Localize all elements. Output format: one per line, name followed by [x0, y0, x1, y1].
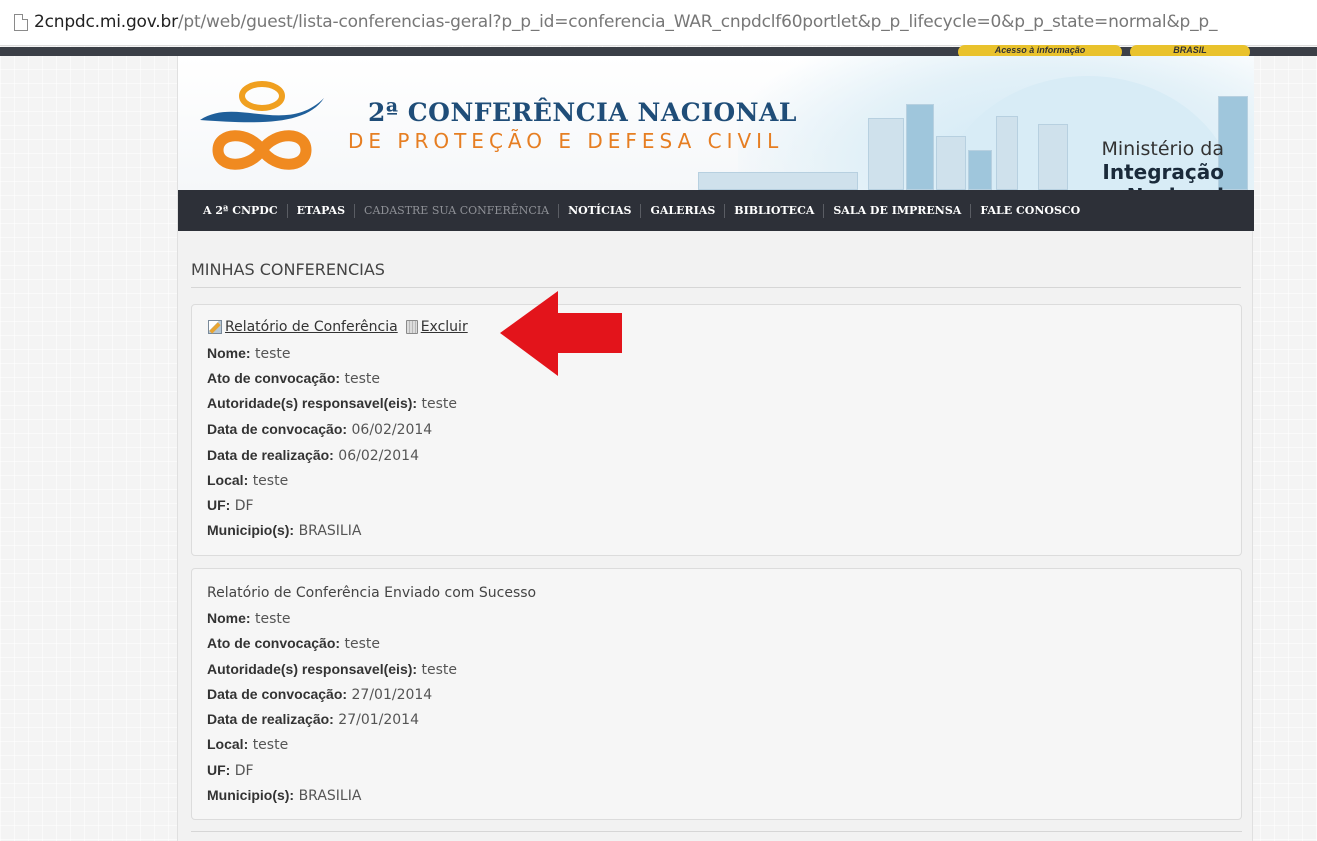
label-ato: Ato de convocação:	[207, 370, 341, 386]
value-ato: teste	[344, 371, 380, 387]
conference-card: Relatório de Conferência Enviado com Suc…	[191, 568, 1242, 820]
building	[968, 150, 992, 190]
access-info-label: Acesso à informação	[994, 45, 1086, 55]
nav-item-sala-de-imprensa[interactable]: SALA DE IMPRENSA	[824, 204, 970, 217]
conference-logo	[196, 76, 326, 186]
value-nome: teste	[255, 611, 291, 627]
label-municipio: Municipio(s):	[207, 787, 295, 803]
value-data-realizacao: 27/01/2014	[338, 712, 419, 728]
conference-title: 2ª CONFERÊNCIA NACIONAL	[368, 98, 797, 127]
field-nome: Nome: teste	[207, 610, 291, 627]
label-nome: Nome:	[207, 610, 251, 626]
building	[936, 136, 966, 190]
card-actions: Relatório de Conferência Excluir	[208, 319, 468, 335]
value-autoridade: teste	[421, 662, 458, 678]
page-icon	[14, 14, 28, 31]
nav-item-fale-conosco[interactable]: FALE CONOSCO	[971, 204, 1089, 217]
field-municipio: Municipio(s): BRASILIA	[207, 787, 361, 804]
label-data-convocacao: Data de convocação:	[207, 421, 348, 437]
field-data-convocacao: Data de convocação: 06/02/2014	[207, 421, 432, 438]
trash-icon[interactable]	[405, 320, 418, 334]
label-nome: Nome:	[207, 345, 251, 361]
field-ato: Ato de convocação: teste	[207, 370, 380, 387]
label-ato: Ato de convocação:	[207, 635, 341, 651]
ministry-logo: Ministério da Integração Nacional	[1014, 138, 1225, 190]
report-link[interactable]: Relatório de Conferência	[225, 319, 398, 335]
label-uf: UF:	[207, 497, 231, 513]
value-uf: DF	[234, 763, 254, 779]
delete-link[interactable]: Excluir	[421, 319, 468, 335]
value-data-convocacao: 06/02/2014	[351, 422, 433, 438]
field-autoridade: Autoridade(s) responsavel(eis): teste	[207, 395, 457, 412]
browser-address-bar[interactable]: 2cnpdc.mi.gov.br/pt/web/guest/lista-conf…	[0, 0, 1317, 46]
value-local: teste	[252, 473, 289, 489]
field-uf: UF: DF	[207, 497, 254, 514]
value-nome: teste	[255, 346, 291, 362]
divider	[191, 831, 1242, 832]
field-data-convocacao: Data de convocação: 27/01/2014	[207, 686, 432, 703]
value-ato: teste	[344, 636, 380, 652]
label-autoridade: Autoridade(s) responsavel(eis):	[207, 661, 418, 677]
brasil-label: BRASIL	[1173, 45, 1207, 55]
nav-item-cadastre: CADASTRE SUA CONFERÊNCIA	[364, 204, 550, 217]
field-local: Local: teste	[207, 736, 288, 753]
label-autoridade: Autoridade(s) responsavel(eis):	[207, 395, 418, 411]
site-header: 2ª CONFERÊNCIA NACIONAL DE PROTEÇÃO E DE…	[178, 56, 1254, 190]
value-data-convocacao: 27/01/2014	[351, 687, 433, 703]
nav-item-etapas[interactable]: ETAPAS	[288, 204, 354, 217]
field-local: Local: teste	[207, 472, 288, 489]
label-data-realizacao: Data de realização:	[207, 711, 334, 727]
nav-item-biblioteca[interactable]: BIBLIOTECA	[725, 204, 823, 217]
value-local: teste	[252, 737, 289, 753]
red-arrow-annotation	[500, 291, 622, 376]
conference-card: Relatório de Conferência Excluir Nome: t…	[191, 304, 1242, 556]
nav-item-noticias[interactable]: NOTÍCIAS	[559, 204, 640, 217]
field-autoridade: Autoridade(s) responsavel(eis): teste	[207, 661, 457, 678]
label-municipio: Municipio(s):	[207, 522, 295, 538]
page-container: 2ª CONFERÊNCIA NACIONAL DE PROTEÇÃO E DE…	[177, 56, 1254, 841]
field-uf: UF: DF	[207, 762, 254, 779]
main-nav: A 2ª CNPDC ETAPAS CADASTRE SUA CONFERÊNC…	[178, 190, 1254, 231]
value-autoridade: teste	[421, 396, 458, 412]
conference-subtitle: DE PROTEÇÃO E DEFESA CIVIL	[348, 129, 784, 153]
field-ato: Ato de convocação: teste	[207, 635, 380, 652]
value-data-realizacao: 06/02/2014	[338, 448, 419, 464]
value-municipio: BRASILIA	[298, 788, 362, 804]
divider	[191, 287, 1241, 288]
url-host: 2cnpdc.mi.gov.br	[34, 12, 178, 32]
building	[906, 104, 934, 190]
field-nome: Nome: teste	[207, 345, 291, 362]
label-data-realizacao: Data de realização:	[207, 447, 334, 463]
ministry-line1: Ministério da	[1101, 138, 1225, 160]
label-local: Local:	[207, 736, 249, 752]
label-data-convocacao: Data de convocação:	[207, 686, 348, 702]
label-uf: UF:	[207, 762, 231, 778]
status-message: Relatório de Conferência Enviado com Suc…	[207, 585, 537, 601]
value-municipio: BRASILIA	[298, 523, 362, 539]
url-path: /pt/web/guest/lista-conferencias-geral?p…	[177, 12, 1218, 32]
label-local: Local:	[207, 472, 249, 488]
value-uf: DF	[234, 498, 254, 514]
building-row	[698, 172, 858, 190]
ministry-line2: Integração Nacional	[1102, 160, 1224, 190]
edit-report-icon[interactable]	[208, 320, 222, 334]
nav-item-galerias[interactable]: GALERIAS	[641, 204, 724, 217]
field-data-realizacao: Data de realização: 27/01/2014	[207, 711, 419, 728]
url-text[interactable]: 2cnpdc.mi.gov.br/pt/web/guest/lista-conf…	[34, 12, 1217, 32]
building	[868, 118, 904, 190]
field-data-realizacao: Data de realização: 06/02/2014	[207, 447, 419, 464]
nav-item-a-2-cnpdc[interactable]: A 2ª CNPDC	[194, 204, 287, 217]
field-municipio: Municipio(s): BRASILIA	[207, 522, 361, 539]
arrow-shape	[500, 291, 622, 376]
page-title: MINHAS CONFERENCIAS	[191, 260, 385, 279]
